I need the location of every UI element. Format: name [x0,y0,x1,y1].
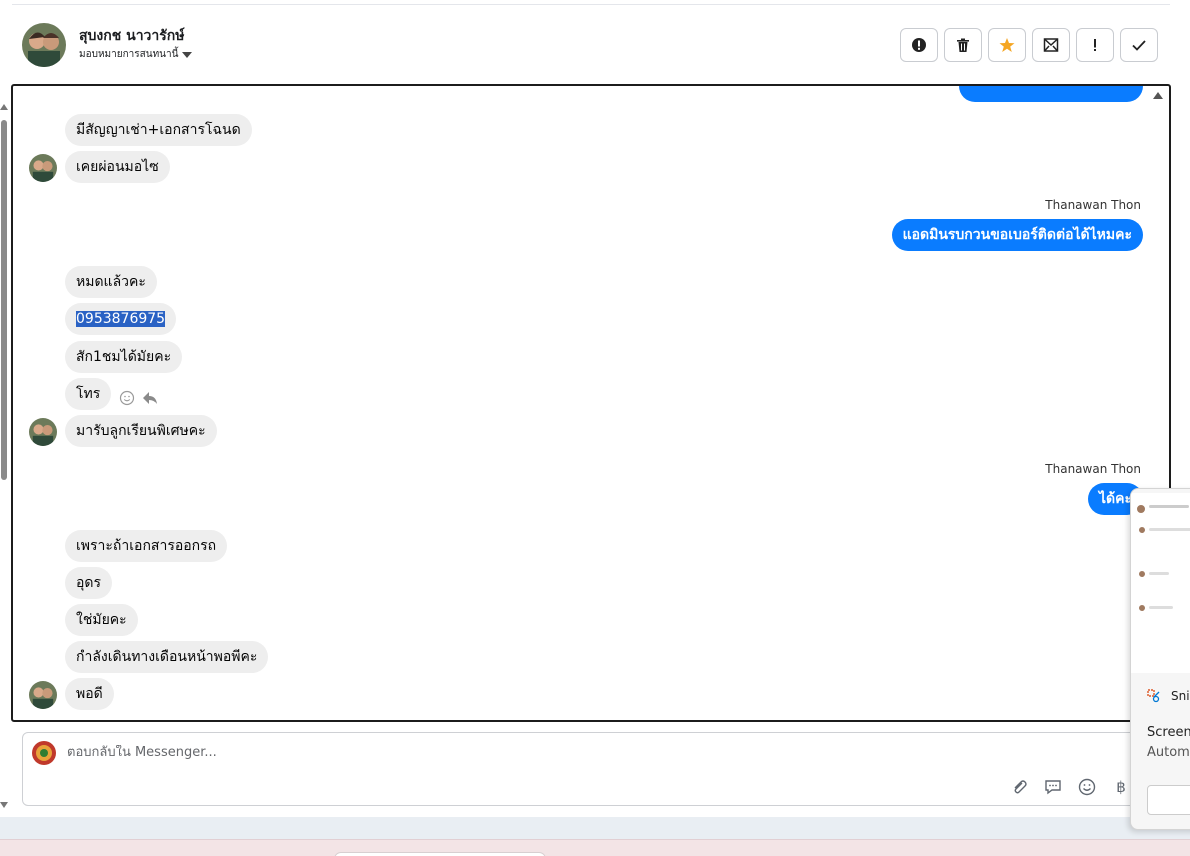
trash-icon [957,38,969,52]
incoming-message[interactable]: สัก1ชมได้มัยคะ [65,341,183,373]
message-hover-actions [119,390,159,406]
incoming-message[interactable]: มีสัญญาเช่า+เอกสารโฉนด [65,114,252,146]
outgoing-message[interactable]: แอดมินรบกวนขอเบอร์ติดต่อได้ไหมคะ [891,219,1143,251]
contact-message-avatar [29,681,57,709]
check-icon [1132,40,1146,51]
snip-notification-subtitle: Automa [1147,745,1190,760]
windows-taskbar [0,839,1190,856]
star-button[interactable] [988,28,1026,62]
snip-action-button[interactable] [1147,785,1190,815]
thumb-line [1149,528,1190,531]
paperclip-icon[interactable] [1009,777,1029,797]
react-emoji-icon[interactable] [119,390,135,406]
mark-spam-button[interactable] [900,28,938,62]
scroll-thumb[interactable] [1,120,7,480]
contact-message-avatar [29,154,57,182]
thumb-line [1149,606,1173,609]
screenshot-thumbnail[interactable] [1131,493,1190,673]
taskbar-search[interactable] [334,852,546,856]
exclamation-icon [1094,39,1096,51]
message-thread[interactable]: มีสัญญาเช่า+เอกสารโฉนด เคยผ่อนมอไซ Thana… [11,84,1171,722]
thumb-avatar [1139,605,1145,611]
alert-circle-icon [912,38,926,52]
incoming-message[interactable]: เคยผ่อนมอไซ [65,151,170,183]
snipping-tool-icon [1147,689,1160,703]
thumb-line [1149,505,1189,508]
thumb-line [1149,572,1169,575]
chat-bubble-icon[interactable] [1043,777,1063,797]
star-icon [999,38,1015,52]
thumb-avatar [1139,571,1145,577]
thread-scroll-up-arrow[interactable] [1153,92,1163,99]
reply-arrow-icon[interactable] [141,390,159,406]
assign-label: มอบหมายการสนทนานี้ [79,49,179,60]
incoming-message[interactable]: มารับลูกเรียนพิเศษคะ [65,415,217,447]
mark-done-button[interactable] [1120,28,1158,62]
incoming-message[interactable]: 0953876975 [65,303,177,335]
chevron-down-icon [182,51,193,58]
messenger-inbox-window: สุบงกช นาวารักษ์ มอบหมายการสนทนานี้ มีสั… [0,0,1190,856]
emoji-icon[interactable] [1077,777,1097,797]
snip-app-name: Snip [1171,689,1190,703]
composer-actions: ฿ [1009,777,1131,797]
incoming-message[interactable]: กำลังเดินทางเดือนหน้าพอพีคะ [65,641,269,673]
mark-important-button[interactable] [1076,28,1114,62]
incoming-message[interactable]: เพราะถ้าเอกสารออกรถ [65,530,228,562]
scroll-up-arrow[interactable] [0,104,8,110]
thumb-avatar [1139,527,1145,533]
snip-notification-title: Screens [1147,725,1190,740]
incoming-message[interactable]: หมดแล้วคะ [65,266,157,298]
reply-composer: ฿ [22,732,1162,806]
scroll-down-arrow[interactable] [0,802,8,808]
snipping-tool-notification[interactable]: Snip Screens Automa [1130,488,1190,830]
thumb-avatar [1137,505,1145,513]
conversation-toolbar [900,28,1158,62]
incoming-message[interactable]: พอดี [65,678,114,710]
contact-name: สุบงกช นาวารักษ์ [79,28,185,44]
baht-icon[interactable]: ฿ [1111,777,1131,797]
delete-button[interactable] [944,28,982,62]
incoming-message[interactable]: ใช่มัยคะ [65,604,138,636]
page-avatar [32,741,56,765]
incoming-message[interactable]: อุดร [65,567,113,599]
mark-unread-button[interactable] [1032,28,1070,62]
sender-name: Thanawan Thon [1045,198,1141,212]
contact-avatar[interactable] [22,23,66,67]
incoming-message[interactable]: โทร [65,378,112,410]
assign-conversation-dropdown[interactable]: มอบหมายการสนทนานี้ [79,47,193,62]
contact-message-avatar [29,418,57,446]
browser-bottom-bar [0,817,1190,839]
selected-phone-number[interactable]: 0953876975 [76,311,166,327]
outgoing-message-partial[interactable] [959,86,1143,102]
window-scrollbar[interactable] [0,84,8,814]
sender-name: Thanawan Thon [1045,462,1141,476]
conversation-header: สุบงกช นาวารักษ์ มอบหมายการสนทนานี้ [12,4,1170,84]
reply-input[interactable] [67,745,767,760]
mail-icon [1043,38,1059,52]
